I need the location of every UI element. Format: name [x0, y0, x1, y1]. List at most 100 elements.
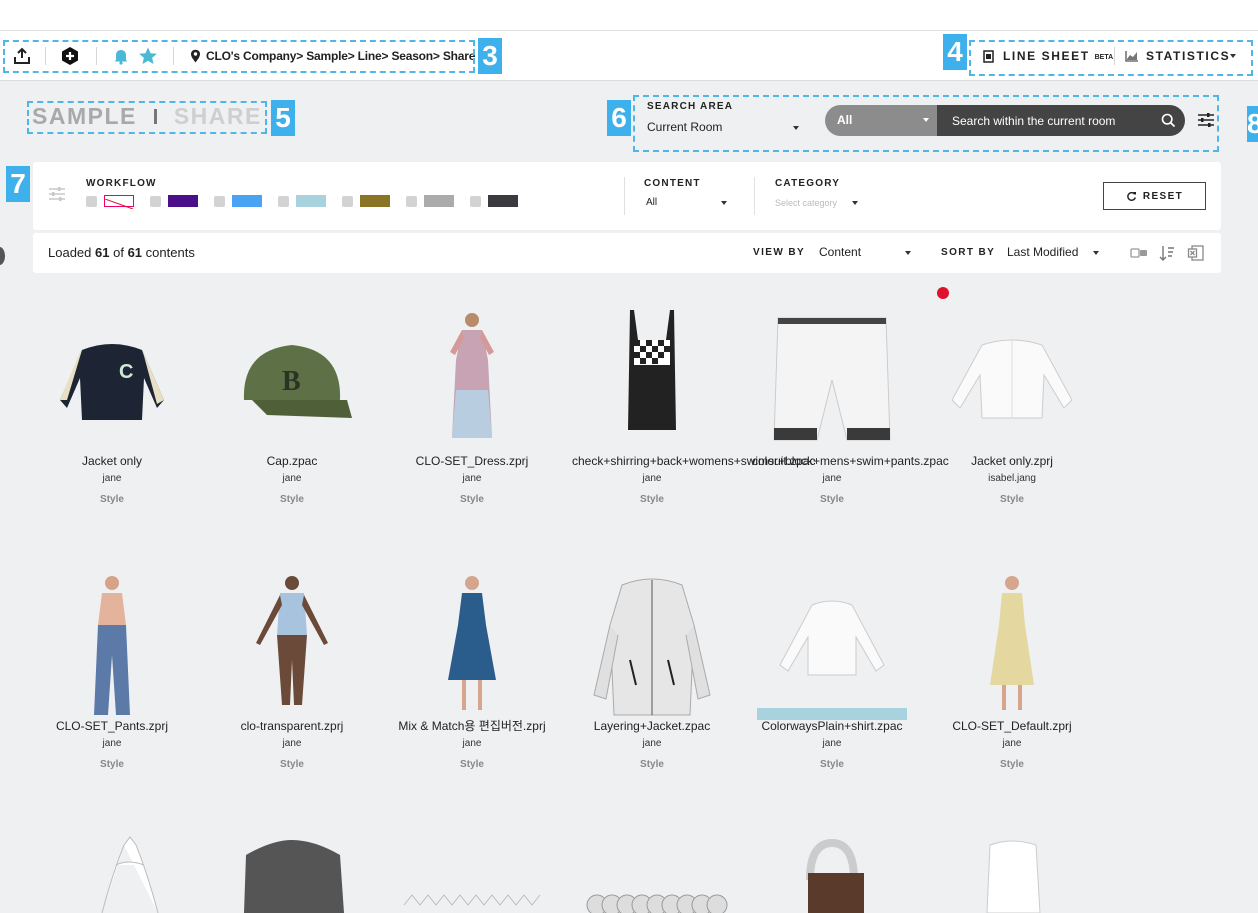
- view-by-select[interactable]: Content: [819, 245, 861, 259]
- workflow-filter-item[interactable]: [278, 195, 326, 207]
- card-type: Style: [820, 494, 844, 505]
- card-thumbnail[interactable]: [572, 565, 732, 716]
- workflow-checkbox[interactable]: [214, 195, 225, 207]
- search-icon[interactable]: [1161, 113, 1176, 128]
- card-owner: jane: [642, 738, 662, 749]
- workflow-filter-item[interactable]: [86, 195, 134, 210]
- content-card[interactable]: Layering+Jacket.zpac jane Style: [572, 565, 732, 770]
- callout-box-4: [969, 40, 1253, 76]
- callout-label-6: 6: [607, 100, 631, 136]
- workflow-checkbox[interactable]: [86, 195, 97, 207]
- workflow-filter-item[interactable]: [342, 195, 390, 207]
- view-toggle-icon[interactable]: [1130, 246, 1148, 260]
- search-area-caret-icon[interactable]: [793, 126, 799, 130]
- reset-icon: [1126, 191, 1136, 201]
- sort-by-caret-icon[interactable]: [1093, 251, 1099, 255]
- card-thumbnail[interactable]: [752, 565, 912, 720]
- card-type: Style: [280, 759, 304, 770]
- search-area-select[interactable]: Current Room: [647, 120, 722, 134]
- content-card[interactable]: check+shirring+back+womens+swimsuit.zpac…: [572, 300, 815, 505]
- search-scope-select[interactable]: All: [825, 105, 937, 136]
- search-scope-value: All: [837, 113, 853, 127]
- category-caret-icon[interactable]: [852, 201, 858, 205]
- content-card[interactable]: color+block+mens+swim+pants.zpac jane Styl…: [752, 300, 949, 505]
- workflow-filter-item[interactable]: [150, 195, 198, 207]
- callout-label-8: 8: [1247, 106, 1258, 142]
- svg-text:C: C: [119, 361, 133, 383]
- search-bar: All Search within the current room: [825, 105, 1185, 136]
- workflow-checkbox[interactable]: [278, 195, 289, 207]
- category-select[interactable]: Select category: [775, 198, 837, 208]
- excel-export-icon[interactable]: [1187, 244, 1205, 262]
- content-select[interactable]: All: [646, 197, 657, 208]
- card-type: Style: [640, 759, 664, 770]
- card-type: Style: [460, 494, 484, 505]
- content-card[interactable]: CLO-SET_Default.zprj jane Style: [932, 565, 1092, 770]
- workflow-color-swatch: [360, 195, 390, 207]
- card-thumbnail[interactable]: B: [212, 300, 372, 450]
- content-card[interactable]: CLO-SET_Pants.zprj jane Style: [32, 565, 192, 770]
- workflow-checkbox[interactable]: [342, 195, 353, 207]
- workflow-filter-item[interactable]: [406, 195, 454, 207]
- sort-by-label: SORT BY: [941, 247, 996, 258]
- workflow-color-swatch: [296, 195, 326, 207]
- card-thumbnail[interactable]: [932, 565, 1092, 715]
- loaded-count-text: Loaded 61 of 61 contents: [48, 245, 195, 260]
- card-type: Style: [460, 759, 484, 770]
- content-card[interactable]: C Jacket only jane Style: [32, 300, 192, 505]
- card-thumbnail[interactable]: [752, 300, 912, 450]
- sort-order-icon[interactable]: [1159, 244, 1175, 262]
- workflow-color-swatch: [232, 195, 262, 207]
- content-card[interactable]: clo-transparent.zprj jane Style: [212, 565, 372, 770]
- card-thumbnail[interactable]: [932, 300, 1092, 450]
- callout-label-4: 4: [943, 34, 967, 70]
- content-label: CONTENT: [644, 178, 701, 189]
- card-owner: isabel.jang: [988, 473, 1036, 484]
- workflow-filter-item[interactable]: [470, 195, 518, 207]
- card-type: Style: [820, 759, 844, 770]
- workflow-label: WORKFLOW: [86, 178, 157, 189]
- workflow-color-swatch: [168, 195, 198, 207]
- content-card[interactable]: ColorwaysPlain+shirt.zpac jane Style: [752, 565, 912, 770]
- card-owner: jane: [102, 473, 122, 484]
- third-row-thumbnails: [101, 836, 1041, 913]
- card-owner: jane: [102, 738, 122, 749]
- card-type: Style: [640, 494, 664, 505]
- workflow-color-swatch: [488, 195, 518, 207]
- content-caret-icon[interactable]: [721, 201, 727, 205]
- callout-label-5: 5: [271, 100, 295, 136]
- reset-button[interactable]: RESET: [1103, 182, 1206, 210]
- workflow-filter-item[interactable]: [214, 195, 262, 207]
- notification-dot: [937, 287, 949, 299]
- reset-label: RESET: [1142, 190, 1184, 202]
- svg-text:B: B: [282, 366, 301, 397]
- search-placeholder: Search within the current room: [952, 114, 1116, 128]
- content-card[interactable]: Mix & Match용 편집버전.zprj jane Style: [392, 565, 552, 770]
- side-handle[interactable]: [0, 247, 5, 265]
- card-owner: jane: [282, 738, 302, 749]
- advanced-filter-sliders-icon[interactable]: [1196, 111, 1216, 129]
- card-thumbnail[interactable]: C: [32, 300, 192, 450]
- content-card[interactable]: B Cap.zpac jane Style: [212, 300, 372, 505]
- content-card[interactable]: Jacket only.zprj isabel.jang Style: [932, 300, 1092, 505]
- card-type: Style: [280, 494, 304, 505]
- view-by-caret-icon[interactable]: [905, 251, 911, 255]
- card-type: Style: [100, 759, 124, 770]
- view-by-label: VIEW BY: [753, 247, 806, 258]
- filter-toggle-sliders-icon[interactable]: [47, 185, 67, 203]
- card-owner: jane: [282, 473, 302, 484]
- workflow-checkbox[interactable]: [470, 195, 481, 207]
- card-type: Style: [1000, 494, 1024, 505]
- card-thumbnail[interactable]: [212, 565, 372, 715]
- card-owner: jane: [1002, 738, 1022, 749]
- sort-by-select[interactable]: Last Modified: [1007, 245, 1078, 259]
- card-thumbnail[interactable]: [392, 565, 552, 715]
- workflow-checkbox[interactable]: [406, 195, 417, 207]
- search-input[interactable]: Search within the current room: [937, 105, 1185, 136]
- callout-label-3: 3: [478, 38, 502, 74]
- card-thumbnail[interactable]: [572, 300, 732, 450]
- card-thumbnail[interactable]: [392, 300, 552, 450]
- content-card[interactable]: CLO-SET_Dress.zprj jane Style: [392, 300, 552, 505]
- workflow-checkbox[interactable]: [150, 195, 161, 207]
- card-thumbnail[interactable]: [32, 565, 192, 715]
